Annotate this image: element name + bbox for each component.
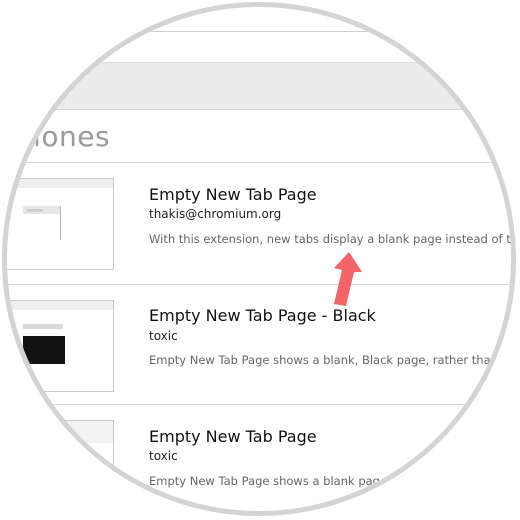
extension-description: Empty New Tab Page shows a blank, Black … — [149, 353, 514, 367]
extension-title[interactable]: Empty New Tab Page — [149, 185, 317, 204]
header-band — [2, 63, 516, 110]
divider — [2, 284, 516, 285]
divider — [2, 404, 516, 405]
extension-thumbnail[interactable] — [2, 420, 114, 512]
extension-author: toxic — [149, 449, 178, 463]
extension-author: thakis@chromium.org — [149, 207, 282, 221]
arrow-up-right-icon — [334, 252, 362, 306]
search-box[interactable] — [150, 2, 470, 32]
extension-thumbnail[interactable] — [2, 300, 114, 392]
section-title: siones — [18, 120, 111, 153]
divider — [2, 162, 516, 163]
extension-description: With this extension, new tabs display a … — [149, 232, 516, 246]
extension-description: Empty New Tab Page shows a blank page — [149, 474, 388, 488]
extension-author: toxic — [149, 329, 178, 343]
extension-title[interactable]: Empty New Tab Page — [149, 427, 317, 446]
zoom-circle: siones Empty New Tab Page thakis@chromiu… — [2, 2, 516, 516]
extension-thumbnail[interactable] — [2, 178, 114, 270]
